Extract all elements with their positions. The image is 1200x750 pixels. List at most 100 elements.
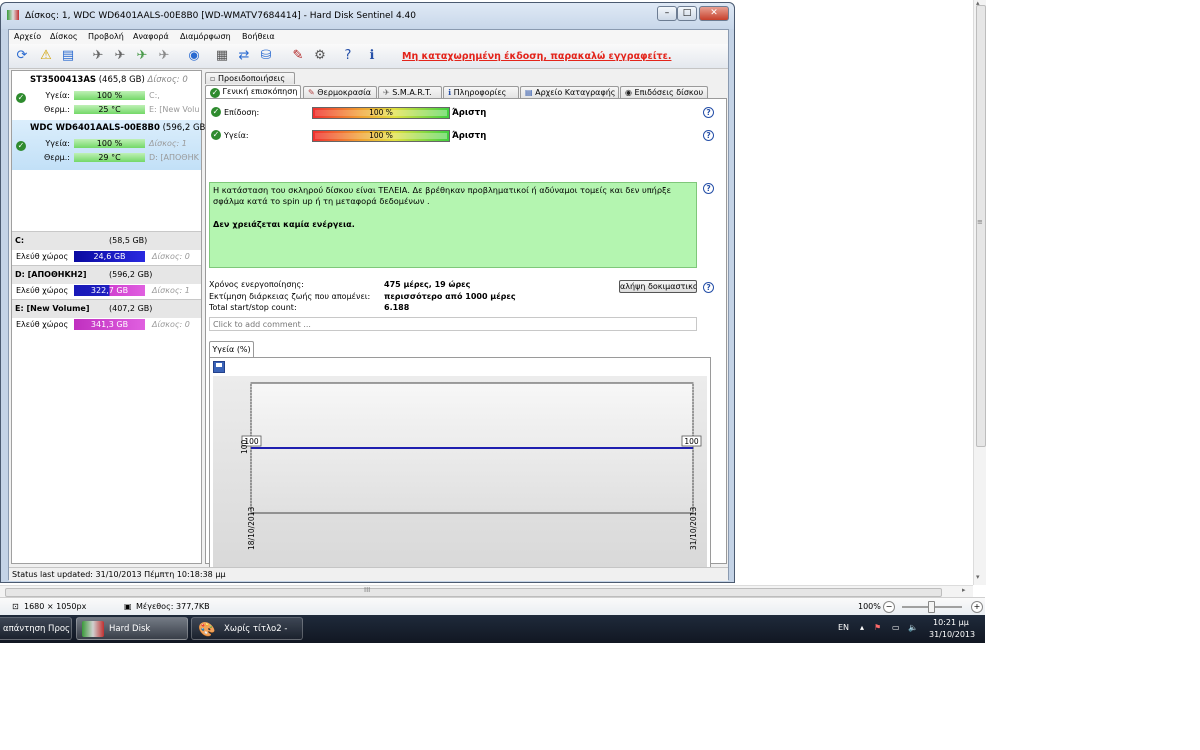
help-icon[interactable]: ? (703, 130, 714, 141)
paint-palette-icon: 🎨 (198, 622, 216, 638)
disk-repair-icon[interactable]: ✈ (155, 47, 173, 65)
tab-label: Προειδοποιήσεις (217, 74, 286, 83)
close-button[interactable]: ✕ (699, 6, 729, 21)
hds-title-icon (7, 10, 19, 20)
tab-warnings[interactable]: ▫ Προειδοποιήσεις (205, 72, 295, 84)
document-icon[interactable]: ▦ (213, 47, 231, 65)
scroll-thumb[interactable] (976, 5, 986, 447)
menu-disk[interactable]: Δίσκος (50, 32, 78, 41)
network-icon[interactable]: ▭ (892, 623, 900, 632)
menu-help[interactable]: Βοήθεια (242, 32, 275, 41)
globe-icon[interactable]: ◉ (185, 47, 203, 65)
vertical-scrollbar[interactable]: ▴ ≡ ▾ (973, 0, 986, 585)
client-area: Αρχείο Δίσκος Προβολή Αναφορά Διαμόρφωση… (8, 29, 729, 581)
menu-report[interactable]: Αναφορά (133, 32, 169, 41)
menu-view[interactable]: Προβολή (88, 32, 124, 41)
disk-health-bar: 100 % (74, 91, 145, 100)
scroll-down-icon[interactable]: ▾ (976, 573, 980, 581)
sync-icon[interactable]: ⇄ (235, 47, 253, 65)
tab-label: Αρχείο Καταγραφής (535, 88, 616, 97)
free-space-bar: 24,6 GB (74, 251, 145, 262)
disk-test-icon[interactable]: ✈ (89, 47, 107, 65)
scroll-right-icon[interactable]: ▸ (962, 586, 966, 594)
health-label: Υγεία: (45, 139, 70, 148)
tab-health-chart[interactable]: Υγεία (%) (209, 341, 254, 357)
window-title: Δίσκος: 1, WDC WD6401AALS-00E8B0 [WD-WMA… (25, 11, 416, 21)
volume-size: (58,5 GB) (109, 236, 148, 245)
save-chart-icon[interactable] (213, 361, 225, 373)
volume-disk: Δίσκος: 1 (152, 286, 190, 295)
disk-ok-icon[interactable]: ✈ (133, 47, 151, 65)
help-icon[interactable]: ? (703, 107, 714, 118)
disk-item-0[interactable]: ST3500413AS (465,8 GB) Δίσκος: 0 ✓ Υγεία… (12, 72, 201, 118)
disk-title: WDC WD6401AALS-00E8B0 (596,2 GB) (30, 123, 209, 133)
register-link[interactable]: Μη καταχωρημένη έκδοση, παρακαλώ εγγραφε… (402, 51, 671, 62)
help-icon[interactable]: ? (703, 183, 714, 194)
volume-item-e[interactable]: E: [New Volume] (407,2 GB) Ελεύθ χώρος 3… (12, 299, 201, 332)
comment-field[interactable]: Click to add comment ... (209, 317, 697, 331)
performance-rating: Άριστη (452, 108, 487, 118)
disk-number: Δίσκος: 0 (147, 75, 188, 85)
tab-information[interactable]: ℹ Πληροφορίες (443, 86, 519, 98)
volume-item-d[interactable]: D: [ΑΠΟΘΗΚΗ2] (596,2 GB) Ελεύθ χώρος 322… (12, 265, 201, 298)
info-icon[interactable]: ℹ (363, 47, 381, 65)
clock-date[interactable]: 31/10/2013 (929, 630, 975, 639)
status-bar: Status last updated: 31/10/2013 Πέμπτη 1… (9, 567, 728, 581)
menu-configuration[interactable]: Διαμόρφωση (180, 32, 231, 41)
report-icon[interactable]: ▤ (59, 47, 77, 65)
alert-icon[interactable]: ⚠ (37, 47, 55, 65)
backup-icon[interactable]: ⛁ (257, 47, 275, 65)
health-bar: 100 % (312, 130, 450, 142)
zoom-slider-handle[interactable] (928, 601, 935, 613)
menu-file[interactable]: Αρχείο (14, 32, 41, 41)
zoom-in-button[interactable]: + (971, 601, 983, 613)
volume-item-c[interactable]: C: (58,5 GB) Ελεύθ χώρος 24,6 GB Δίσκος:… (12, 231, 201, 264)
status-text: Η κατάσταση του σκληρού δίσκου είναι ΤΕΛ… (213, 185, 672, 206)
selftest-button[interactable]: αλήψη δοκιμαστικού (619, 280, 697, 293)
disk-temp-bar: 25 °C (74, 105, 145, 114)
show-hidden-icons-icon[interactable]: ▴ (860, 623, 864, 632)
tab-performance[interactable]: ◉ Επιδόσεις δίσκου (620, 86, 708, 98)
help-icon[interactable]: ? (703, 282, 714, 293)
disk-temp-bar: 29 °C (74, 153, 145, 162)
volume-disk: Δίσκος: 0 (152, 252, 190, 261)
tab-overview[interactable]: ✓ Γενική επισκόπηση (205, 85, 301, 98)
volume-icon[interactable]: 🔈 (908, 623, 918, 632)
overview-tab-icon: ✓ (210, 88, 220, 98)
volume-name: E: [New Volume] (15, 304, 90, 313)
tab-temperature[interactable]: ✎ Θερμοκρασία (303, 86, 377, 98)
minimize-button[interactable]: – (657, 6, 677, 21)
taskbar-item-label: Χωρίς τίτλο2 - Ζ... (224, 624, 288, 657)
startstop-value: 6.188 (384, 303, 410, 312)
hscroll-thumb[interactable] (5, 588, 942, 597)
taskbar-item-reply[interactable]: απάντηση Προς ... (0, 617, 72, 657)
scroll-grip-icon: ≡ (977, 218, 983, 226)
settings-report-icon[interactable]: ✎ (289, 47, 307, 65)
tab-smart[interactable]: ✈ S.M.A.R.T. (378, 86, 442, 98)
maximize-button[interactable]: □ (677, 6, 697, 21)
zoom-out-button[interactable]: − (883, 601, 895, 613)
window-titlebar[interactable]: Δίσκος: 1, WDC WD6401AALS-00E8B0 [WD-WMA… (1, 3, 734, 29)
zoom-level: 100% (858, 602, 881, 611)
disk-health-bar: 100 % (74, 139, 145, 148)
performance-value: 100 % (369, 108, 393, 117)
disk-model: WDC WD6401AALS-00E8B0 (30, 123, 160, 133)
comment-placeholder: Click to add comment ... (213, 320, 311, 329)
clock-time[interactable]: 10:21 μμ (933, 618, 969, 627)
volume-name: C: (15, 236, 25, 245)
options-icon[interactable]: ⚙ (311, 47, 329, 65)
refresh-icon[interactable]: ⟳ (13, 47, 31, 65)
language-indicator[interactable]: EN (838, 623, 849, 632)
action-center-flag-icon[interactable]: ⚑ (874, 623, 881, 632)
tab-log[interactable]: ▤ Αρχείο Καταγραφής (520, 86, 619, 98)
warnings-tab-icon: ▫ (210, 74, 216, 83)
x-tick-label: 18/10/2013 (247, 507, 256, 550)
volume-size: (596,2 GB) (109, 270, 153, 279)
menu-bar: Αρχείο Δίσκος Προβολή Αναφορά Διαμόρφωση… (9, 30, 728, 44)
surface-test-icon[interactable]: ✈ (111, 47, 129, 65)
disk-volumes: Δίσκος: 1 (149, 139, 187, 148)
taskbar-item-hds[interactable]: Hard Disk Sentinel (76, 617, 188, 657)
help-icon[interactable]: ? (339, 47, 357, 65)
disk-item-1-selected[interactable]: WDC WD6401AALS-00E8B0 (596,2 GB) ✓ Υγεία… (12, 120, 209, 170)
taskbar-item-paint[interactable]: 🎨 Χωρίς τίτλο2 - Ζ... (191, 617, 303, 657)
